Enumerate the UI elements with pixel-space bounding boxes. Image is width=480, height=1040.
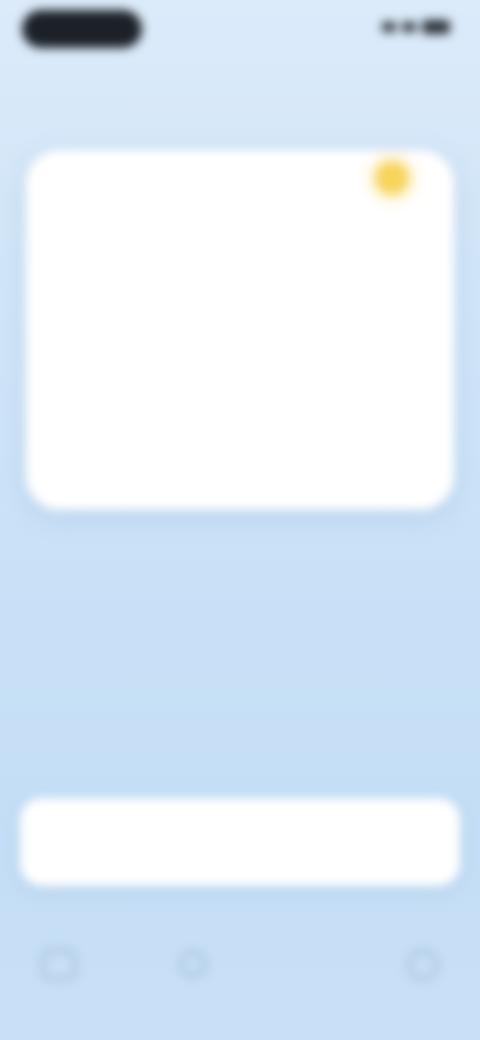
info-card bbox=[26, 150, 454, 510]
sun-icon bbox=[376, 162, 408, 194]
screen-blurred bbox=[0, 0, 480, 1040]
wifi-icon bbox=[402, 22, 416, 32]
battery-icon bbox=[422, 20, 450, 34]
nav-center-item[interactable] bbox=[180, 950, 300, 978]
nav-center-icon bbox=[180, 951, 206, 977]
nav-right-icon[interactable] bbox=[408, 950, 438, 980]
status-indicators bbox=[382, 20, 450, 34]
nav-left-icon[interactable] bbox=[42, 950, 76, 980]
status-pill bbox=[22, 10, 142, 48]
primary-action-button[interactable] bbox=[20, 798, 460, 886]
signal-icon bbox=[382, 22, 396, 32]
